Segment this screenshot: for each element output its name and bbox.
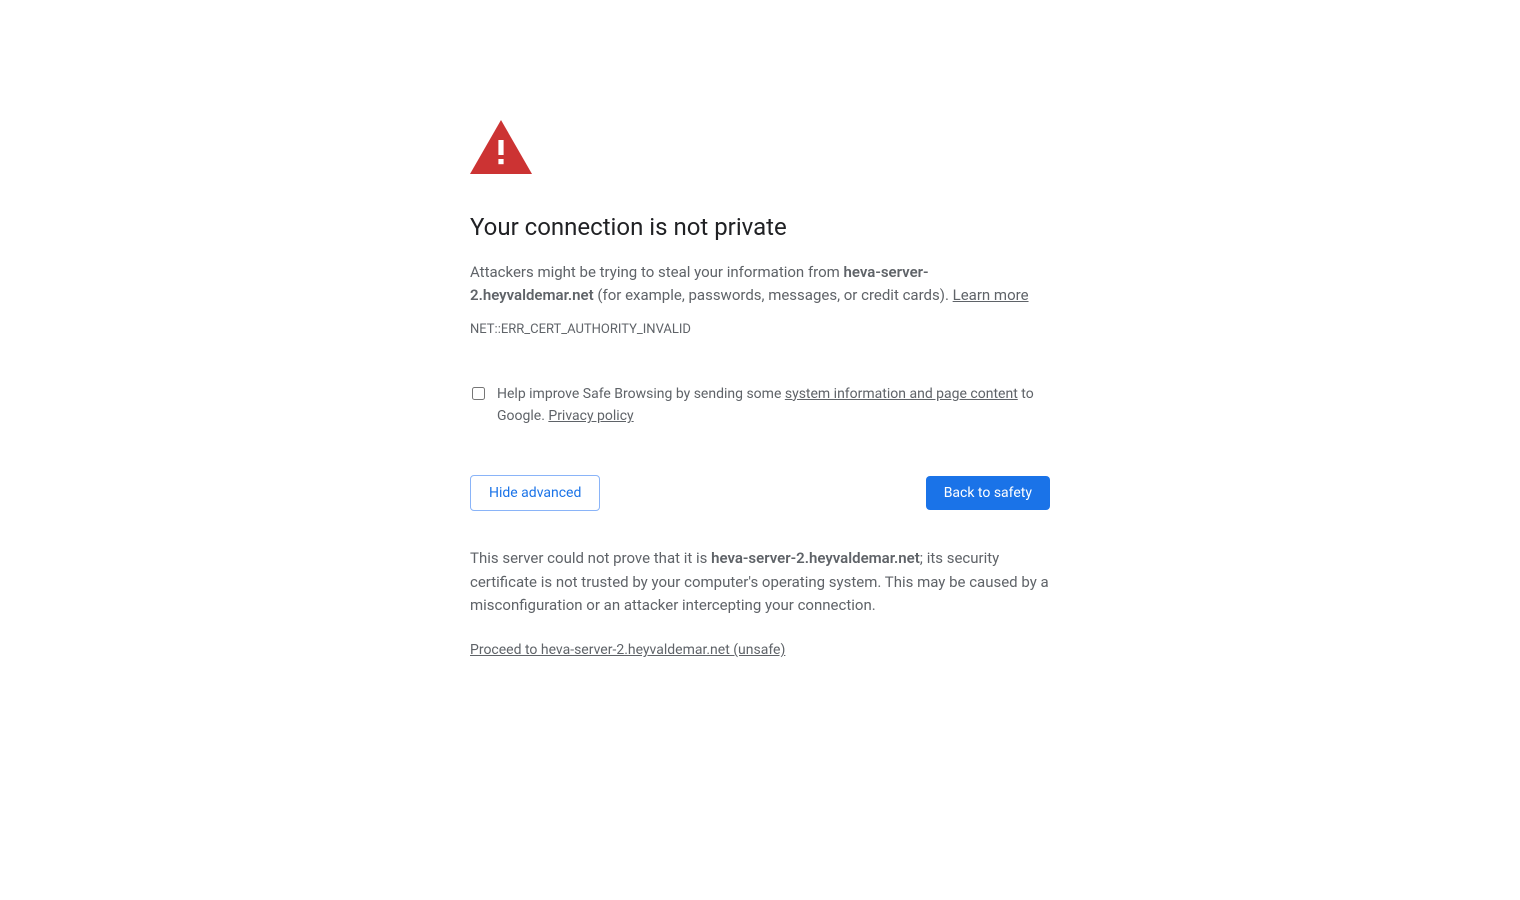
warning-triangle-icon — [470, 120, 1050, 174]
description-prefix: Attackers might be trying to steal your … — [470, 263, 844, 281]
safe-browsing-optin-checkbox[interactable] — [472, 386, 485, 401]
hide-advanced-button[interactable]: Hide advanced — [470, 475, 600, 511]
safe-browsing-optin-row: Help improve Safe Browsing by sending so… — [470, 383, 1050, 428]
page-title: Your connection is not private — [470, 212, 1050, 243]
learn-more-link[interactable]: Learn more — [953, 286, 1029, 304]
advanced-text-prefix: This server could not prove that it is — [470, 549, 711, 567]
error-code: NET::ERR_CERT_AUTHORITY_INVALID — [470, 322, 1050, 337]
system-info-link[interactable]: system information and page content — [785, 386, 1018, 402]
button-row: Hide advanced Back to safety — [470, 475, 1050, 511]
ssl-interstitial-container: Your connection is not private Attackers… — [470, 0, 1050, 658]
optin-prefix: Help improve Safe Browsing by sending so… — [497, 386, 785, 402]
warning-description: Attackers might be trying to steal your … — [470, 261, 1050, 308]
advanced-details-block: This server could not prove that it is h… — [470, 547, 1050, 658]
advanced-hostname: heva-server-2.heyvaldemar.net — [711, 549, 920, 567]
advanced-explanation: This server could not prove that it is h… — [470, 547, 1050, 617]
description-suffix: (for example, passwords, messages, or cr… — [594, 286, 953, 304]
proceed-unsafe-link[interactable]: Proceed to heva-server-2.heyvaldemar.net… — [470, 642, 785, 658]
safe-browsing-optin-text: Help improve Safe Browsing by sending so… — [497, 383, 1050, 428]
privacy-policy-link[interactable]: Privacy policy — [548, 408, 633, 424]
back-to-safety-button[interactable]: Back to safety — [926, 476, 1050, 510]
